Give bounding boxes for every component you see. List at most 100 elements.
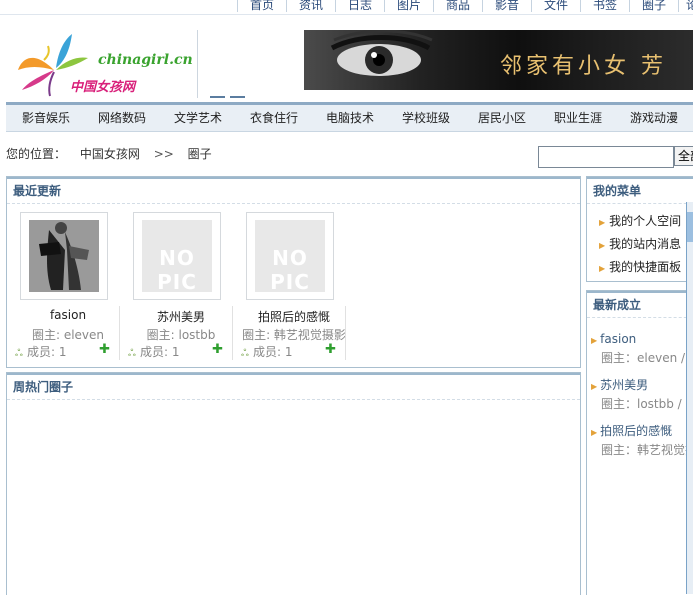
members-icon: ஃ bbox=[241, 348, 249, 359]
category-item[interactable]: 电脑技术 bbox=[326, 109, 374, 126]
circle-card: NO PIC 苏州美男 圈主: lostbb ஃ 成员: 1 ✚ bbox=[125, 212, 237, 360]
nav-files[interactable]: 文件 bbox=[544, 0, 568, 13]
breadcrumb-current: 圈子 bbox=[187, 147, 212, 161]
newest-circle-meta: 圈主：eleven / 成 bbox=[601, 351, 693, 365]
card-divider bbox=[345, 306, 346, 360]
circle-owner: 圈主: eleven bbox=[31, 328, 105, 342]
category-item[interactable]: 居民小区 bbox=[478, 109, 526, 126]
members-count: 成员: 1 bbox=[140, 345, 180, 359]
join-circle-plus-icon[interactable]: ✚ bbox=[325, 342, 336, 357]
banner-slogan: 邻家有小女 芳 bbox=[500, 54, 667, 79]
join-circle-plus-icon[interactable]: ✚ bbox=[99, 342, 110, 357]
circle-members: ஃ 成员: 1 bbox=[128, 343, 180, 360]
nav-home[interactable]: 首页 bbox=[250, 0, 274, 13]
category-item[interactable]: 学校班级 bbox=[402, 109, 450, 126]
arrow-right-icon: ▶ bbox=[599, 264, 606, 273]
menu-item-label: 我的站内消息 bbox=[609, 237, 682, 251]
circle-card: NO PIC 拍照后的感慨 圈主: 韩艺视觉摄影 ஃ 成员: 1 ✚ bbox=[238, 212, 350, 359]
header-mark bbox=[210, 96, 225, 98]
category-item[interactable]: 文学艺术 bbox=[174, 109, 222, 126]
circle-name[interactable]: 拍照后的感慨 bbox=[238, 308, 350, 325]
menu-site-messages[interactable]: ▶ 我的站内消息 bbox=[599, 235, 681, 252]
my-menu-panel: 我的菜单 ▶ 我的个人空间 ▶ 我的站内消息 ▶ 我的快捷面板 bbox=[586, 176, 693, 282]
newest-circle-name: fasion bbox=[600, 332, 637, 346]
members-count: 成员: 1 bbox=[27, 345, 67, 359]
circle-members: ஃ 成员: 1 bbox=[15, 343, 67, 360]
menu-item-label: 我的快捷面板 bbox=[609, 260, 682, 274]
panel-header bbox=[7, 177, 580, 204]
category-item[interactable]: 影音娱乐 bbox=[22, 109, 70, 126]
breadcrumb: 您的位置： 中国女孩网 >> 圈子 bbox=[6, 145, 222, 162]
circle-photo bbox=[29, 220, 99, 292]
join-circle-plus-icon[interactable]: ✚ bbox=[212, 342, 223, 357]
arrow-right-icon: ▶ bbox=[591, 382, 598, 391]
newest-circle-link[interactable]: ▶ fasion bbox=[591, 332, 636, 346]
panel-header bbox=[7, 373, 580, 400]
circle-owner: 圈主: 韩艺视觉摄影 bbox=[242, 328, 346, 342]
category-item[interactable]: 衣食住行 bbox=[250, 109, 298, 126]
no-pic-text: NO PIC bbox=[270, 246, 310, 294]
top-divider bbox=[0, 14, 693, 15]
scrollbar[interactable] bbox=[686, 202, 693, 594]
newest-circle-name: 拍照后的感慨 bbox=[600, 424, 673, 438]
nav-forum[interactable]: 论 bbox=[686, 0, 693, 13]
menu-quick-panel[interactable]: ▶ 我的快捷面板 bbox=[599, 258, 681, 275]
category-item[interactable]: 职业生涯 bbox=[554, 109, 602, 126]
newest-circle-link[interactable]: ▶ 拍照后的感慨 bbox=[591, 422, 672, 439]
nav-separator bbox=[678, 0, 679, 12]
panel-title: 最近更新 bbox=[13, 184, 62, 198]
nav-blog[interactable]: 日志 bbox=[348, 0, 372, 13]
newest-circles-panel: 最新成立 ▶ fasion 圈主：eleven / 成 ▶ 苏州美男 圈主：lost… bbox=[586, 290, 693, 595]
circle-owner: 圈主: lostbb bbox=[146, 328, 216, 342]
circle-name[interactable]: fasion bbox=[12, 308, 124, 322]
circle-thumbnail[interactable]: NO PIC bbox=[133, 212, 221, 300]
panel-title: 我的菜单 bbox=[593, 184, 642, 198]
nav-goods[interactable]: 商品 bbox=[446, 0, 470, 13]
panel-title: 周热门圈子 bbox=[13, 380, 74, 394]
circle-name[interactable]: 苏州美男 bbox=[125, 308, 237, 325]
newest-circle-name: 苏州美男 bbox=[600, 378, 649, 392]
category-item[interactable]: 游戏动漫 bbox=[630, 109, 678, 126]
scrollbar-thumb[interactable] bbox=[687, 212, 693, 242]
menu-personal-space[interactable]: ▶ 我的个人空间 bbox=[599, 212, 681, 229]
top-nav: 首页 资讯 日志 图片 商品 影音 文件 书签 圈子 论 bbox=[0, 0, 693, 14]
site-logo[interactable]: chinagirl.cn 中国女孩网 bbox=[14, 30, 193, 98]
arrow-right-icon: ▶ bbox=[599, 241, 606, 250]
nav-separator bbox=[531, 0, 532, 12]
nav-pictures[interactable]: 图片 bbox=[397, 0, 421, 13]
search-scope-select[interactable]: 全部 bbox=[674, 146, 693, 166]
circle-thumbnail[interactable] bbox=[20, 212, 108, 300]
nav-separator bbox=[384, 0, 385, 12]
newest-circle-link[interactable]: ▶ 苏州美男 bbox=[591, 376, 648, 393]
breadcrumb-home[interactable]: 中国女孩网 bbox=[80, 147, 140, 161]
header-mark bbox=[230, 96, 245, 98]
logo-text-cn: 中国女孩网 bbox=[70, 80, 136, 95]
arrow-right-icon: ▶ bbox=[599, 218, 606, 227]
eye-image bbox=[330, 30, 433, 76]
nav-separator bbox=[629, 0, 630, 12]
nav-separator bbox=[237, 0, 238, 12]
nav-bookmarks[interactable]: 书签 bbox=[593, 0, 617, 13]
category-item[interactable]: 网络数码 bbox=[98, 109, 146, 126]
nav-news[interactable]: 资讯 bbox=[299, 0, 323, 13]
newest-circle-meta: 圈主：韩艺视觉摄 bbox=[601, 443, 693, 457]
nav-circles[interactable]: 圈子 bbox=[642, 0, 666, 13]
circle-card: fasion 圈主: eleven ஃ 成员: 1 ✚ bbox=[12, 212, 124, 360]
members-count: 成员: 1 bbox=[253, 345, 293, 359]
ad-banner[interactable]: 邻家有小女 芳 bbox=[304, 30, 693, 90]
circle-thumbnail[interactable]: NO PIC bbox=[246, 212, 334, 300]
nav-media[interactable]: 影音 bbox=[495, 0, 519, 13]
nav-separator bbox=[482, 0, 483, 12]
no-pic-text: NO PIC bbox=[157, 246, 197, 294]
weekly-hot-circles-panel: 周热门圈子 bbox=[6, 372, 581, 595]
category-bar: 影音娱乐 网络数码 文学艺术 衣食住行 电脑技术 学校班级 居民小区 职业生涯 … bbox=[6, 102, 693, 132]
members-icon: ஃ bbox=[128, 348, 136, 359]
no-pic-placeholder: NO PIC bbox=[255, 220, 325, 294]
arrow-right-icon: ▶ bbox=[591, 336, 598, 345]
nav-separator bbox=[286, 0, 287, 12]
members-icon: ஃ bbox=[15, 348, 23, 359]
search-input[interactable] bbox=[538, 146, 674, 168]
nav-separator bbox=[580, 0, 581, 12]
nav-separator bbox=[433, 0, 434, 12]
newest-circle-meta: 圈主：lostbb / 成 bbox=[601, 397, 693, 411]
